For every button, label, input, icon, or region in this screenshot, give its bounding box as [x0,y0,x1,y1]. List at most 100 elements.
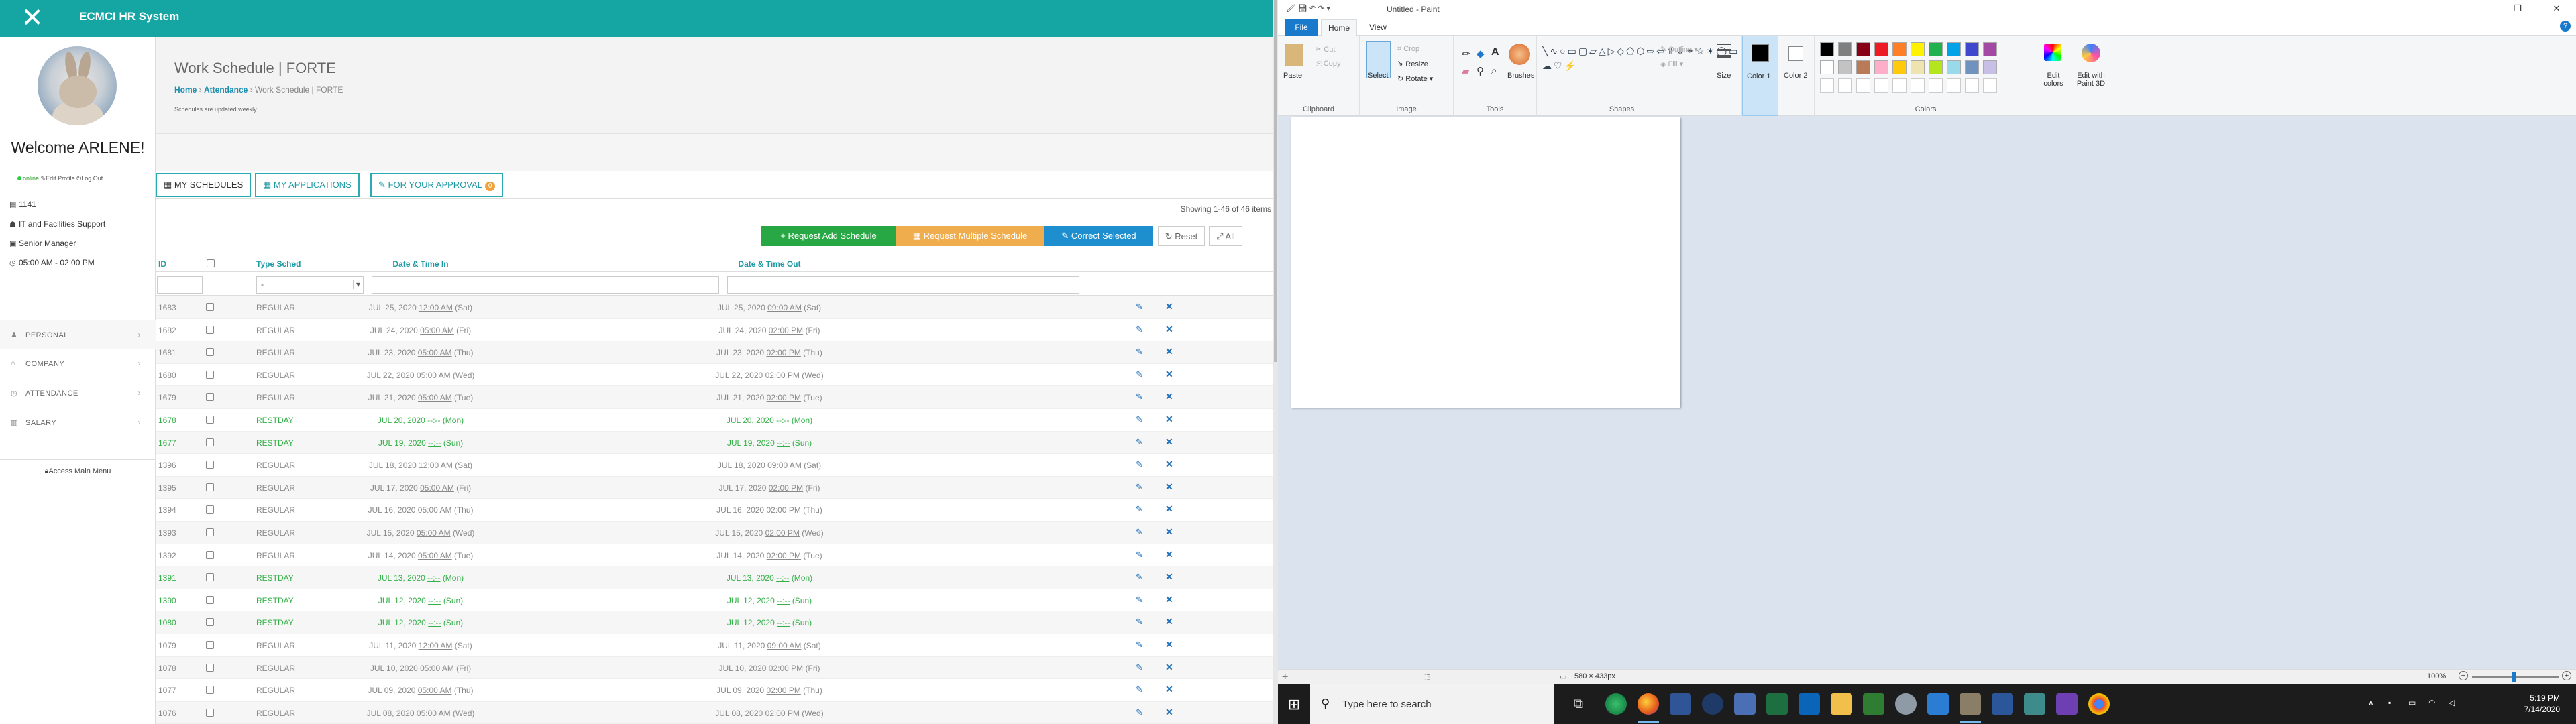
show-all-button[interactable]: ⤢ All [1209,226,1242,246]
edit-icon[interactable]: ✎ [1136,391,1143,402]
menu-attendance[interactable]: ◷ ATTENDANCE › [0,379,156,408]
edit-icon[interactable]: ✎ [1136,527,1143,538]
zoom-in-icon[interactable]: + [2562,671,2571,680]
custom-color-slot[interactable] [1965,78,1979,93]
magnifier-icon[interactable]: ⌕ [1491,65,1497,76]
app-icon-6[interactable] [2024,693,2045,715]
row-checkbox[interactable] [206,370,214,381]
edit-icon[interactable]: ✎ [1136,550,1143,560]
edit-icon[interactable]: ✎ [1136,504,1143,515]
table-row[interactable]: 1679 REGULAR JUL 21, 2020 05:00 AM (Tue) JU… [156,386,1278,409]
custom-color-slot[interactable] [1856,78,1870,93]
edit-icon[interactable]: ✎ [1136,572,1143,583]
table-row[interactable]: 1079 REGULAR JUL 11, 2020 12:00 AM (Sat) JU… [156,634,1278,657]
delete-icon[interactable]: ✕ [1165,594,1173,605]
tab-file[interactable]: File [1285,19,1318,36]
row-checkbox[interactable] [206,348,214,358]
edit-profile-link[interactable]: Edit Profile [46,175,75,182]
battery-icon[interactable]: ▭ [2408,698,2416,707]
table-row[interactable]: 1390 RESTDAY JUL 12, 2020 --:-- (Sun) JUL 1… [156,589,1278,612]
zoom-slider-thumb[interactable] [2512,672,2516,682]
custom-color-slot[interactable] [1947,78,1961,93]
fill-icon[interactable]: ◆ [1477,48,1485,60]
edit-icon[interactable]: ✎ [1136,324,1143,335]
row-checkbox[interactable] [206,393,214,403]
request-add-schedule-button[interactable]: + Request Add Schedule [761,226,896,246]
table-row[interactable]: 1076 REGULAR JUL 08, 2020 05:00 AM (Wed) JU… [156,701,1278,724]
outline-button[interactable]: ✎ Outline ▾ [1660,45,1698,54]
vscode-icon[interactable] [1927,693,1949,715]
task-view-icon[interactable]: ⧉ [1568,693,1589,715]
network-icon[interactable]: ◠ [2428,698,2435,707]
edit-icon[interactable]: ✎ [1136,595,1143,605]
edit-icon[interactable]: ✎ [1136,617,1143,627]
row-checkbox[interactable] [206,461,214,471]
resize-button[interactable]: ⇲ Resize [1397,60,1428,68]
palette-swatch[interactable] [1983,60,1997,74]
copy-button[interactable]: ⎘ Copy [1316,60,1341,68]
custom-color-slot[interactable] [1820,78,1834,93]
delete-icon[interactable]: ✕ [1165,369,1173,380]
request-multiple-schedule-button[interactable]: ▦ Request Multiple Schedule [896,226,1044,246]
cut-button[interactable]: ✂ Cut [1316,45,1335,54]
tray-app-icon[interactable]: ▪ [2388,698,2391,707]
edit-icon[interactable]: ✎ [1136,369,1143,380]
type-filter-select[interactable]: - ▾ [256,276,364,294]
edit-icon[interactable]: ✎ [1136,684,1143,695]
brushes-icon[interactable] [1509,44,1530,65]
menu-company[interactable]: ⌂ COMPANY › [0,349,156,379]
date-in-filter-input[interactable] [372,276,719,294]
page-scrollbar[interactable] [1273,0,1278,724]
custom-color-slot[interactable] [1983,78,1997,93]
palette-swatch[interactable] [1983,42,1997,56]
zoom-out-icon[interactable]: − [2459,671,2468,680]
reset-button[interactable]: ↻ Reset [1158,226,1205,246]
delete-icon[interactable]: ✕ [1165,526,1173,538]
delete-icon[interactable]: ✕ [1165,639,1173,650]
word-icon[interactable] [1992,693,2013,715]
menu-personal[interactable]: ♟ PERSONAL › [0,320,156,349]
table-row[interactable]: 1393 REGULAR JUL 15, 2020 05:00 AM (Wed) JU… [156,521,1278,544]
row-checkbox[interactable] [206,505,214,516]
paste-button[interactable]: Paste [1283,72,1302,80]
edit-icon[interactable]: ✎ [1136,482,1143,493]
delete-icon[interactable]: ✕ [1165,436,1173,448]
palette-swatch[interactable] [1874,42,1888,56]
table-row[interactable]: 1682 REGULAR JUL 24, 2020 05:00 AM (Fri) JU… [156,319,1278,342]
app-icon-2[interactable] [1702,693,1723,715]
palette-swatch[interactable] [1929,42,1943,56]
delete-icon[interactable]: ✕ [1165,662,1173,673]
table-row[interactable]: 1678 RESTDAY JUL 20, 2020 --:-- (Mon) JUL 2… [156,409,1278,432]
palette-swatch[interactable] [1820,42,1834,56]
palette-swatch[interactable] [1856,42,1870,56]
edge-icon[interactable] [1605,693,1627,715]
shapes-gallery[interactable]: ╲∿○▭▢▱△▷◇⬠⬡⇨⇦⇧⇩✦☆✶◯▭☁♡⚡ [1542,44,1737,73]
delete-icon[interactable]: ✕ [1165,391,1173,402]
table-row[interactable]: 1395 REGULAR JUL 17, 2020 05:00 AM (Fri) JU… [156,476,1278,499]
windows-start-icon[interactable]: ⊞ [1278,684,1310,724]
tab-view[interactable]: View [1362,19,1393,36]
help-icon[interactable]: ? [2560,21,2571,32]
edit-icon[interactable]: ✎ [1136,662,1143,673]
table-row[interactable]: 1078 REGULAR JUL 10, 2020 05:00 AM (Fri) JU… [156,656,1278,680]
delete-icon[interactable]: ✕ [1165,481,1173,493]
app-icon-5[interactable] [1895,693,1917,715]
select-button[interactable]: Select [1368,72,1389,80]
edit-colors-icon[interactable] [2044,44,2061,61]
delete-icon[interactable]: ✕ [1165,503,1173,515]
table-row[interactable]: 1680 REGULAR JUL 22, 2020 05:00 AM (Wed) JU… [156,364,1278,387]
table-row[interactable]: 1396 REGULAR JUL 18, 2020 12:00 AM (Sat) JU… [156,454,1278,477]
edit-icon[interactable]: ✎ [1136,459,1143,470]
table-row[interactable]: 1681 REGULAR JUL 23, 2020 05:00 AM (Thu) JU… [156,341,1278,364]
table-row[interactable]: 1392 REGULAR JUL 14, 2020 05:00 AM (Tue) JU… [156,544,1278,567]
custom-color-slot[interactable] [1892,78,1907,93]
chrome-icon[interactable] [2088,693,2110,715]
row-checkbox[interactable] [206,415,214,426]
paint-app-icon[interactable] [1960,693,1981,723]
maximize-icon[interactable]: ❐ [2498,0,2537,18]
delete-icon[interactable]: ✕ [1165,324,1173,335]
palette-swatch[interactable] [1820,60,1834,74]
edit-icon[interactable]: ✎ [1136,707,1143,718]
select-all-checkbox[interactable] [207,259,215,269]
delete-icon[interactable]: ✕ [1165,616,1173,627]
